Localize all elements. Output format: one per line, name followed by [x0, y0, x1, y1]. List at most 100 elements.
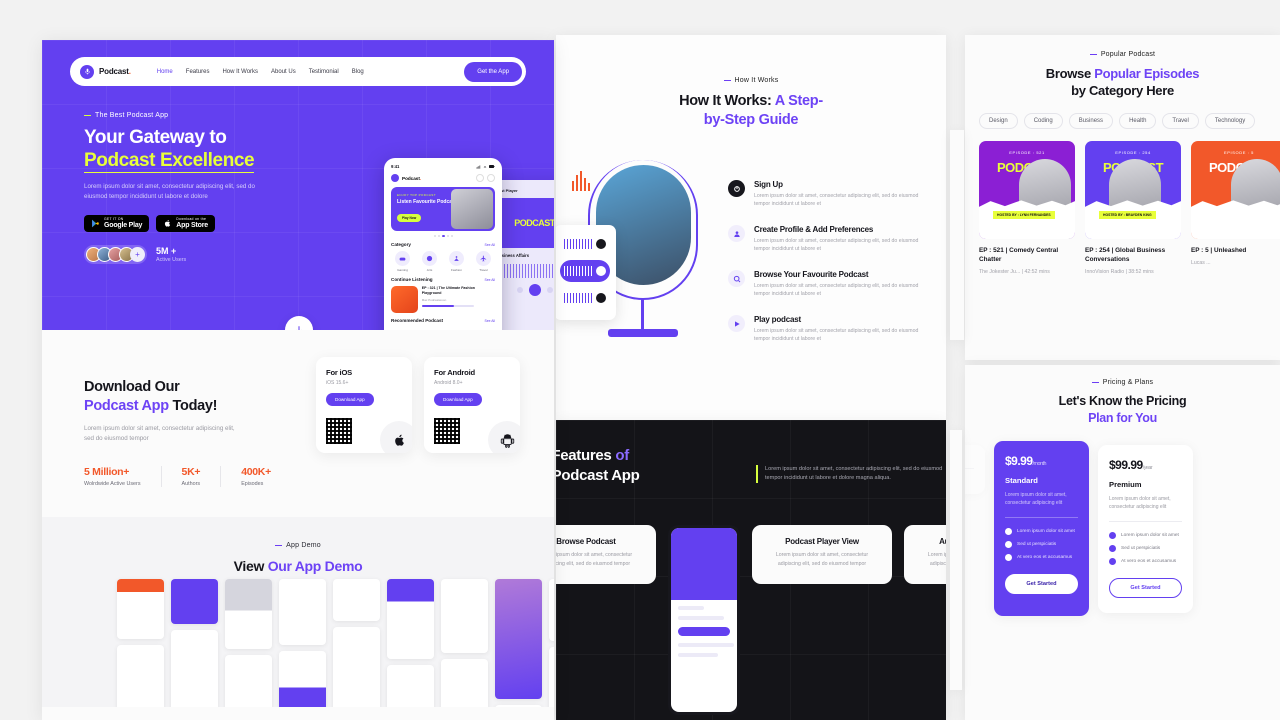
chip-design[interactable]: Design — [979, 113, 1018, 129]
plan-feature-label: Sed ut perspiciatis — [1017, 542, 1057, 547]
demo-screen[interactable] — [171, 579, 218, 624]
demo-screen[interactable] — [279, 579, 326, 645]
demo-screen[interactable] — [171, 630, 218, 707]
demo-screen[interactable] — [117, 645, 164, 707]
brand-logo[interactable]: Podcast. — [80, 64, 131, 79]
category-travel[interactable]: Travel — [472, 251, 495, 272]
play-pause-icon[interactable] — [528, 284, 541, 296]
chip-business[interactable]: Business — [1068, 113, 1114, 129]
features-title-line2: Our Podcast App — [556, 467, 640, 484]
phone-promo-banner[interactable]: ENJOY TOP PODCAST Listen Favourite Podca… — [391, 187, 495, 231]
download-app-button[interactable]: Download App — [326, 393, 374, 406]
demo-screen[interactable] — [225, 579, 272, 649]
next-icon[interactable] — [546, 287, 553, 293]
episode-title: EP : 521 | Comedy Central Chatter — [979, 247, 1059, 263]
demo-screen[interactable] — [549, 579, 554, 641]
demo-screen[interactable] — [495, 579, 542, 699]
get-started-button[interactable]: Get Started — [1005, 574, 1078, 594]
microphone-icon — [80, 64, 94, 79]
demo-screen[interactable] — [441, 659, 488, 707]
demo-screen[interactable] — [225, 655, 272, 707]
demo-title: View Our App Demo — [42, 558, 554, 574]
episode-card[interactable]: EPISODE : 5 PODCAST EP : 5 | Unleashed L… — [1191, 141, 1280, 275]
phone-status-bar: 9:41 — [391, 164, 495, 169]
download-app-button[interactable]: Download App — [434, 393, 482, 406]
phone-subscribe-button[interactable] — [678, 627, 730, 636]
avatar-more-button[interactable]: + — [130, 247, 145, 262]
see-all-link[interactable]: See All — [484, 278, 495, 282]
pricing-board: Pricing & Plans Let's Know the Pricing P… — [965, 365, 1280, 720]
see-all-link[interactable]: See All — [484, 319, 495, 323]
demo-screen[interactable] — [333, 579, 380, 621]
phone-app-header: Podcast. — [391, 174, 495, 182]
get-started-button[interactable]: Get Started — [1109, 578, 1182, 598]
get-the-app-button[interactable]: Get the App — [464, 61, 522, 82]
demo-screen[interactable] — [387, 579, 434, 659]
plan-price: $99.99/year — [1109, 458, 1182, 472]
status-time: 9:41 — [391, 164, 400, 169]
signal-icon — [476, 164, 481, 169]
demo-screen[interactable] — [117, 579, 164, 639]
episode-card[interactable]: EPISODE : 521 PODCAST HOSTED BY : LYNN F… — [979, 141, 1075, 275]
microphone-illustration — [556, 160, 716, 395]
hero-headline: Your Gateway to Podcast Excellence — [84, 126, 299, 173]
demo-screen[interactable] — [495, 705, 542, 707]
category-arts[interactable]: Arts — [418, 251, 441, 272]
popular-title-line2: by Category Here — [1071, 83, 1174, 98]
nav-item-testimonial[interactable]: Testimonial — [309, 69, 339, 75]
nav-item-home[interactable]: Home — [157, 69, 173, 75]
chip-technology[interactable]: Technology — [1204, 113, 1256, 129]
demo-screen[interactable] — [387, 665, 434, 707]
plan-card-standard[interactable]: $9.99/month Standard Lorem ipsum dolor s… — [994, 441, 1089, 616]
nav-item-how-it-works[interactable]: How It Works — [222, 69, 258, 75]
play-icon[interactable] — [596, 266, 606, 276]
waveform-card — [556, 225, 616, 320]
app-store-button[interactable]: Download on the App Store — [156, 215, 215, 232]
plan-price-value: $9.99 — [1005, 454, 1033, 468]
waveform-row[interactable] — [560, 233, 610, 255]
play-icon[interactable] — [596, 239, 606, 249]
previous-icon[interactable] — [516, 287, 523, 293]
play-now-button[interactable]: Play Now — [397, 214, 422, 222]
continue-listening-item[interactable]: EP : 321 | The Ultimate Fashion Playgrou… — [391, 286, 495, 313]
category-fashion[interactable]: Fashion — [445, 251, 468, 272]
demo-column — [225, 579, 272, 707]
nav-item-features[interactable]: Features — [186, 69, 210, 75]
demo-screen[interactable] — [333, 627, 380, 707]
waveform-row-active[interactable] — [560, 260, 610, 282]
download-title-rest: Today! — [168, 398, 218, 414]
see-all-link[interactable]: See All — [484, 243, 495, 247]
download-desc: Lorem ipsum dolor sit amet, consectetur … — [84, 425, 235, 442]
episode-card[interactable]: EPISODE : 254 PODCAST HOSTED BY : BRAYDE… — [1085, 141, 1181, 275]
phone-placeholder-line — [678, 606, 705, 610]
chip-travel[interactable]: Travel — [1162, 113, 1199, 129]
waveform-row[interactable] — [560, 287, 610, 309]
progress-bar[interactable] — [421, 305, 474, 307]
play-icon[interactable] — [596, 293, 606, 303]
main-landing-artboard: Podcast. Home Features How It Works Abou… — [42, 40, 554, 720]
timer-icon[interactable] — [487, 174, 495, 182]
platform-card-android: For Android Android 8.0+ Download App — [424, 357, 520, 453]
feature-card-title: Browse Podcast — [556, 537, 616, 546]
carousel-dots[interactable] — [391, 235, 495, 237]
chip-coding[interactable]: Coding — [1023, 113, 1063, 129]
google-play-button[interactable]: GET IT ON Google Play — [84, 215, 150, 232]
waveform-icon — [564, 239, 592, 249]
nav-item-about-us[interactable]: About Us — [271, 69, 296, 75]
features-title: Top Features of Our Podcast App — [556, 446, 640, 486]
plan-tier: Premium — [1109, 480, 1142, 489]
category-gaming[interactable]: Gaming — [391, 251, 414, 272]
demo-screen[interactable] — [441, 579, 488, 653]
hero-eyebrow-label: The Best Podcast App — [95, 112, 169, 119]
plan-card-partial[interactable] — [965, 445, 985, 494]
active-users-label: Active Users — [156, 257, 187, 263]
category-label: Gaming — [397, 268, 408, 272]
demo-screen[interactable] — [549, 647, 554, 707]
demo-screen[interactable] — [279, 651, 326, 707]
plan-card-premium[interactable]: $99.99/year Premium Lorem ipsum dolor si… — [1098, 445, 1193, 613]
nav-item-blog[interactable]: Blog — [352, 69, 364, 75]
chip-health[interactable]: Health — [1119, 113, 1157, 129]
notification-icon[interactable] — [476, 174, 484, 182]
demo-column — [117, 579, 164, 707]
how-title-accent-1: A Step- — [774, 93, 823, 109]
